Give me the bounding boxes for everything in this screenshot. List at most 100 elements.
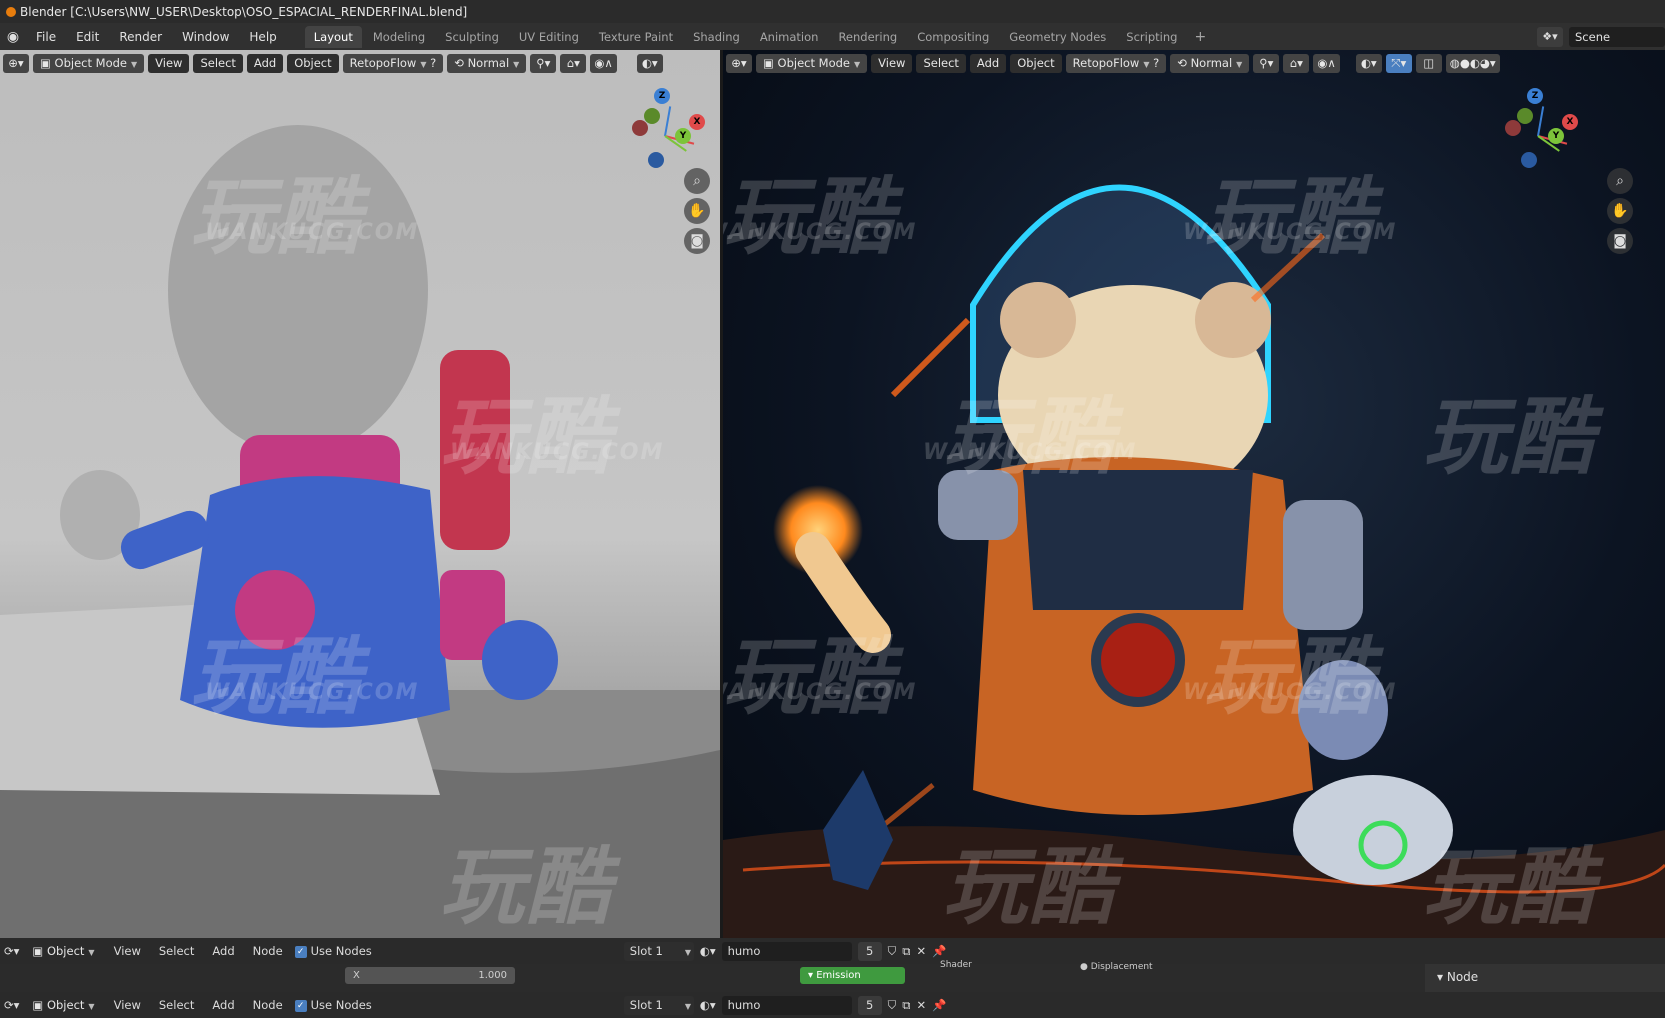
users-count-bottom[interactable]: 5 [857, 995, 882, 1015]
top-menu-bar: ◉ File Edit Render Window Help Layout Mo… [0, 23, 1665, 50]
axis-neg-y-icon[interactable] [1517, 108, 1533, 124]
duplicate-icon[interactable]: ⧉ [902, 998, 910, 1013]
slot-dropdown-top[interactable]: Slot 1 ▼ [623, 941, 694, 961]
pin-icon[interactable]: 📌 [932, 998, 946, 1012]
tab-animation[interactable]: Animation [751, 26, 828, 48]
navigation-gizmo-right[interactable]: Z Y X [1493, 88, 1583, 178]
menu-select-node[interactable]: Select [153, 998, 200, 1012]
menu-window[interactable]: Window [172, 30, 239, 44]
menu-node-node[interactable]: Node [247, 944, 289, 958]
object-dropdown-bottom[interactable]: ▣ Object ▼ [25, 995, 102, 1015]
axis-y-icon[interactable]: Y [675, 128, 691, 144]
camera-view-icon[interactable]: ◙ [1607, 228, 1633, 254]
pan-hand-icon[interactable]: ✋ [684, 198, 710, 224]
axis-y-icon[interactable]: Y [1548, 128, 1564, 144]
node-panel-label: Node [1446, 970, 1479, 984]
axis-neg-z-icon[interactable] [648, 152, 664, 168]
axis-z-icon[interactable]: Z [1527, 88, 1543, 104]
slot-label: Slot 1 [629, 997, 663, 1012]
pan-hand-icon[interactable]: ✋ [1607, 198, 1633, 224]
object-dropdown-top[interactable]: ▣ Object ▼ [25, 941, 102, 961]
tab-rendering[interactable]: Rendering [829, 26, 906, 48]
menu-render[interactable]: Render [109, 30, 172, 44]
camera-view-icon[interactable]: ◙ [684, 228, 710, 254]
tab-uv-editing[interactable]: UV Editing [510, 26, 588, 48]
slot-label: Slot 1 [629, 943, 663, 958]
strength-label: X [353, 970, 360, 981]
axis-neg-x-icon[interactable] [632, 120, 648, 136]
zoom-icon[interactable]: ⌕ [1607, 168, 1633, 194]
strength-field[interactable]: X 1.000 [345, 967, 515, 984]
scene-selector: ❖▾ Scene [1537, 23, 1665, 50]
unlink-icon[interactable]: ✕ [916, 998, 926, 1012]
menu-edit[interactable]: Edit [66, 30, 109, 44]
tab-sculpting[interactable]: Sculpting [436, 26, 508, 48]
node-sidebar-tab[interactable]: ▾ Node [1425, 964, 1665, 992]
use-nodes-checkbox[interactable]: ✓ Use Nodes [294, 998, 372, 1012]
menu-file[interactable]: File [26, 30, 66, 44]
tab-shading[interactable]: Shading [684, 26, 749, 48]
add-workspace-icon[interactable]: + [1188, 29, 1212, 45]
checkmark-icon: ✓ [294, 945, 307, 958]
menu-add-node[interactable]: Add [206, 944, 240, 958]
object-label: Object [46, 997, 85, 1012]
menu-select-node[interactable]: Select [153, 944, 200, 958]
suit-body [180, 476, 450, 728]
robot-pod [1293, 775, 1453, 885]
axis-x-icon[interactable]: X [1562, 114, 1578, 130]
scene-icon[interactable]: ❖▾ [1537, 26, 1563, 47]
tab-texture-paint[interactable]: Texture Paint [590, 26, 682, 48]
navigation-gizmo-left[interactable]: Z Y X [620, 88, 710, 178]
node-editor-header-top: ⟳▾ ▣ Object ▼ View Select Add Node ✓ Use N… [0, 938, 1665, 964]
pin-icon[interactable]: 📌 [932, 944, 946, 958]
fake-user-icon[interactable]: ⛉ [888, 998, 897, 1013]
use-nodes-label: Use Nodes [310, 944, 372, 958]
object-label: Object [46, 943, 85, 958]
node-editor-header-bottom: ⟳▾ ▣ Object ▼ View Select Add Node ✓ Use N… [0, 992, 1665, 1018]
axis-neg-z-icon[interactable] [1521, 152, 1537, 168]
emission-node-header[interactable]: ▾ Emission [800, 967, 905, 984]
tab-scripting[interactable]: Scripting [1117, 26, 1186, 48]
menu-node-node[interactable]: Node [247, 998, 289, 1012]
material-sphere-icon[interactable]: ◐▾ [700, 998, 716, 1012]
tab-compositing[interactable]: Compositing [908, 26, 998, 48]
tab-modeling[interactable]: Modeling [364, 26, 434, 48]
use-nodes-checkbox[interactable]: ✓ Use Nodes [294, 944, 372, 958]
tab-geometry-nodes[interactable]: Geometry Nodes [1000, 26, 1115, 48]
title-bar: Blender [C:\Users\NW_USER\Desktop\OSO_ES… [0, 0, 1665, 23]
viewport-right[interactable]: ⊕▾ ▣ Object Mode ▼ View Select Add Object… [723, 50, 1665, 938]
material-name-field-bottom[interactable]: humo [721, 995, 852, 1015]
menu-add-node[interactable]: Add [206, 998, 240, 1012]
material-name-field-top[interactable]: humo [721, 941, 852, 961]
viewport-left[interactable]: ⊕▾ ▣ Object Mode ▼ View Select Add Object… [0, 50, 720, 938]
axis-neg-y-icon[interactable] [644, 108, 660, 124]
editor-type-icon[interactable]: ⟳▾ [4, 944, 19, 958]
scene-name-field[interactable]: Scene [1569, 26, 1665, 47]
users-count-top[interactable]: 5 [857, 941, 882, 961]
menu-view-node[interactable]: View [108, 998, 147, 1012]
zoom-icon[interactable]: ⌕ [684, 168, 710, 194]
helmet-shape [168, 125, 428, 455]
duplicate-icon[interactable]: ⧉ [902, 944, 910, 959]
slot-dropdown-bottom[interactable]: Slot 1 ▼ [623, 995, 694, 1015]
clay-render [0, 125, 720, 938]
axis-z-icon[interactable]: Z [654, 88, 670, 104]
blender-logo-icon [6, 6, 16, 17]
menu-help[interactable]: Help [239, 30, 286, 44]
tab-layout[interactable]: Layout [304, 25, 362, 48]
fake-user-icon[interactable]: ⛉ [888, 944, 897, 959]
cube-icon: ▣ [32, 997, 47, 1012]
node-editor-canvas[interactable]: X 1.000 ▾ Emission Shader ● Displacement [0, 960, 1665, 992]
use-nodes-label: Use Nodes [310, 998, 372, 1012]
menu-view-node[interactable]: View [108, 944, 147, 958]
shader-socket-label: Shader [940, 960, 972, 970]
blender-menu-icon[interactable]: ◉ [0, 29, 26, 45]
axis-x-icon[interactable]: X [689, 114, 705, 130]
axis-neg-x-icon[interactable] [1505, 120, 1521, 136]
material-sphere-icon[interactable]: ◐▾ [700, 944, 716, 958]
window-title: Blender [C:\Users\NW_USER\Desktop\OSO_ES… [20, 4, 468, 19]
editor-type-icon[interactable]: ⟳▾ [4, 998, 19, 1012]
unlink-icon[interactable]: ✕ [916, 944, 926, 958]
final-render [723, 184, 1665, 938]
checkmark-icon: ✓ [294, 999, 307, 1012]
